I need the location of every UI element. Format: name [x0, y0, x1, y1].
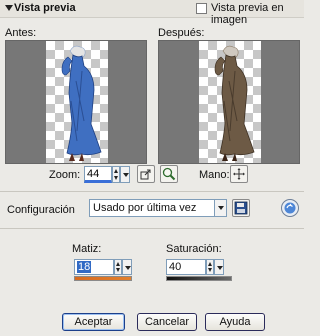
hue-value: 18: [77, 261, 92, 273]
hue-input[interactable]: 18: [74, 259, 114, 275]
separator: [0, 191, 304, 192]
after-figure-image: [214, 45, 255, 161]
before-figure-image: [61, 45, 102, 161]
hue-label: Matiz:: [72, 243, 102, 255]
saturation-label: Saturación:: [166, 243, 222, 255]
spin-up-icon[interactable]: [114, 169, 118, 173]
save-preset-button[interactable]: [232, 199, 250, 217]
hand-label: Mano:: [199, 169, 230, 181]
image-preview-label: Vista previa en imagen: [211, 2, 284, 26]
saturation-slider[interactable]: [166, 276, 232, 281]
before-preview-panel[interactable]: [5, 40, 147, 164]
after-preview-panel[interactable]: [158, 40, 300, 164]
spin-up-icon[interactable]: [208, 262, 212, 266]
pan-hand-button[interactable]: [230, 165, 248, 183]
reset-button[interactable]: [281, 199, 299, 217]
spin-down-icon[interactable]: [116, 268, 120, 272]
hue-dropdown-button[interactable]: [122, 259, 132, 275]
spin-up-icon[interactable]: [116, 262, 120, 266]
zoom-label: Zoom:: [49, 169, 81, 181]
fit-to-window-button[interactable]: [137, 165, 155, 183]
zoom-spinner[interactable]: [112, 166, 120, 183]
reset-icon: [284, 202, 296, 214]
config-label: Configuración: [7, 204, 75, 216]
config-dropdown-button[interactable]: [214, 200, 226, 216]
hue-slider[interactable]: [74, 276, 132, 281]
help-button[interactable]: Ayuda: [205, 313, 265, 331]
accept-button[interactable]: Aceptar: [62, 313, 125, 331]
chevron-down-icon: [217, 206, 224, 210]
collapse-arrow-icon[interactable]: [5, 5, 13, 11]
image-preview-checkbox[interactable]: [196, 3, 207, 14]
cancel-button[interactable]: Cancelar: [137, 313, 197, 331]
after-label: Después:: [158, 27, 205, 39]
separator: [0, 228, 304, 229]
pan-arrows-icon: [233, 168, 245, 180]
spin-down-icon[interactable]: [208, 268, 212, 272]
saturation-input[interactable]: 40: [166, 259, 206, 275]
chevron-down-icon: [124, 266, 131, 270]
config-preset-select[interactable]: Usado por última vez: [89, 199, 227, 217]
chevron-down-icon: [216, 266, 223, 270]
magnifier-icon: [162, 167, 176, 181]
preview-section-title: Vista previa: [14, 2, 76, 14]
spin-down-icon[interactable]: [114, 176, 118, 180]
fit-window-icon: [140, 169, 151, 180]
saturation-spinner[interactable]: [206, 259, 214, 275]
chevron-down-icon: [122, 173, 129, 177]
floppy-disk-icon: [234, 201, 248, 215]
saturation-dropdown-button[interactable]: [214, 259, 224, 275]
hue-spinner[interactable]: [114, 259, 122, 275]
before-label: Antes:: [5, 27, 37, 39]
zoom-dropdown-button[interactable]: [120, 166, 130, 183]
zoom-magnifier-button[interactable]: [160, 165, 178, 183]
zoom-input[interactable]: 44: [84, 166, 112, 183]
